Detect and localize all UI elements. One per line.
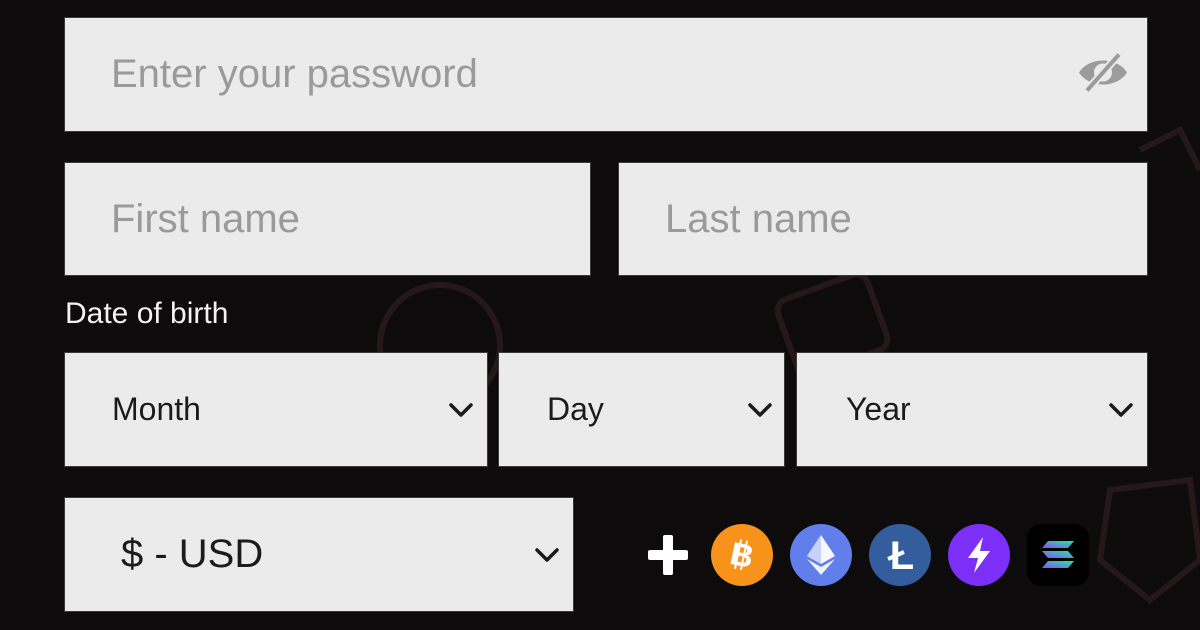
currency-select[interactable]: $ - USD bbox=[64, 497, 574, 612]
password-placeholder: Enter your password bbox=[111, 52, 478, 96]
plus-icon[interactable] bbox=[646, 533, 690, 577]
first-name-field[interactable]: First name bbox=[64, 162, 591, 276]
dob-label: Date of birth bbox=[65, 297, 229, 330]
year-select[interactable]: Year bbox=[796, 352, 1148, 467]
chevron-down-icon bbox=[748, 402, 772, 417]
first-name-placeholder: First name bbox=[111, 196, 300, 241]
litecoin-icon[interactable]: L bbox=[869, 524, 931, 586]
year-value: Year bbox=[846, 391, 911, 427]
chevron-down-icon bbox=[1109, 402, 1133, 417]
lightning-icon[interactable] bbox=[948, 524, 1010, 586]
currency-value: $ - USD bbox=[121, 532, 264, 576]
chevron-down-icon bbox=[449, 402, 473, 417]
password-field[interactable]: Enter your password bbox=[64, 17, 1148, 132]
last-name-placeholder: Last name bbox=[665, 196, 852, 241]
signup-form-page: { "form": { "password": { "placeholder":… bbox=[0, 0, 1200, 630]
ethereum-icon[interactable] bbox=[790, 524, 852, 586]
last-name-field[interactable]: Last name bbox=[618, 162, 1148, 276]
eye-slash-icon[interactable] bbox=[1075, 50, 1131, 99]
solana-icon[interactable] bbox=[1027, 524, 1089, 586]
bitcoin-icon[interactable]: B bbox=[711, 524, 773, 586]
day-select[interactable]: Day bbox=[498, 352, 785, 467]
chevron-down-icon bbox=[535, 547, 559, 562]
month-select[interactable]: Month bbox=[64, 352, 488, 467]
day-value: Day bbox=[547, 391, 604, 427]
month-value: Month bbox=[112, 391, 201, 427]
